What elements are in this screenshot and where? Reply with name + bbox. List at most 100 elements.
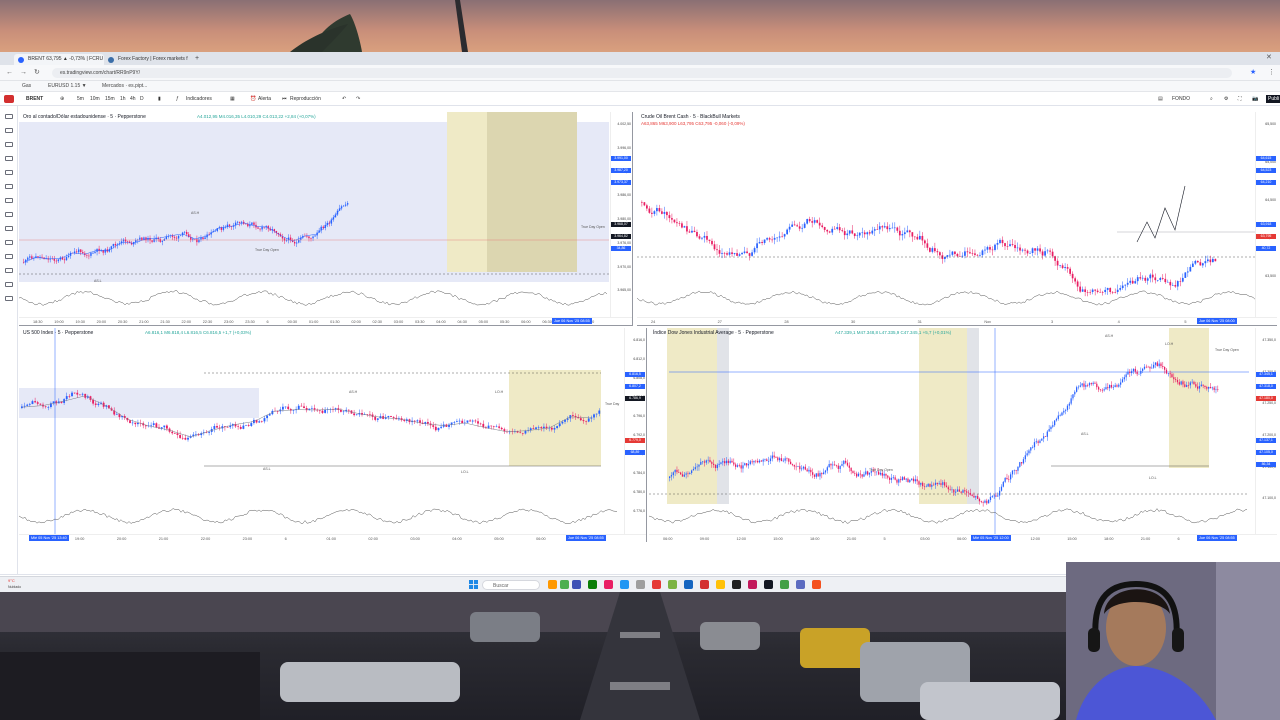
new-tab-button[interactable]: + [195, 54, 199, 63]
interval-10m[interactable]: 10m [90, 95, 100, 103]
tradingview-icon[interactable] [764, 580, 773, 589]
browser-tab-tradingview[interactable]: BRENT 63,795 ▲ -0,73% | FCRU [14, 54, 104, 65]
interval-d[interactable]: D [140, 95, 144, 103]
task-view-icon[interactable] [560, 580, 569, 589]
fib-tool-icon[interactable] [5, 142, 13, 147]
layout-templates-icon[interactable]: ▦ [230, 95, 235, 103]
browser-tab-forexfactory[interactable]: Forex Factory | Forex markets f [104, 54, 192, 65]
taskbar-search[interactable]: Buscar [482, 580, 540, 590]
replay-button[interactable]: Reproducción [290, 95, 321, 103]
candle-body [27, 257, 29, 260]
discord-icon[interactable] [796, 580, 805, 589]
chart-pane-gold[interactable]: Oro al contado/Dólar estadounidense · 5 … [19, 112, 633, 326]
tradingview-menu-icon[interactable] [4, 95, 14, 103]
app-icon[interactable] [780, 580, 789, 589]
instagram-icon[interactable] [748, 580, 757, 589]
price-axis[interactable]: 65,50065,00064,50064,00063,50064,61564,5… [1255, 112, 1277, 318]
window-close-icon[interactable]: ✕ [1266, 53, 1272, 62]
windows-start-icon[interactable] [469, 580, 478, 589]
alert-icon[interactable]: ⏰ [250, 95, 256, 103]
interval-1h[interactable]: 1h [120, 95, 126, 103]
chart-canvas-brent[interactable] [637, 112, 1277, 326]
app-icon[interactable] [604, 580, 613, 589]
tiktok-icon[interactable] [732, 580, 741, 589]
back-icon[interactable]: ← [6, 68, 13, 77]
candle-body [833, 228, 836, 230]
chart-pane-brent[interactable]: Crude Oil Brent Cash · 5 · BlackBull Mar… [637, 112, 1277, 326]
edge-icon[interactable] [684, 580, 693, 589]
indicators-button[interactable]: Indicadores [186, 95, 212, 103]
chart-pane-dow[interactable]: Índice Dow Jones Industrial Average · 5 … [649, 328, 1277, 542]
app-icon[interactable] [652, 580, 661, 589]
zoom-tool-icon[interactable] [5, 240, 13, 245]
trash-tool-icon[interactable] [5, 296, 13, 301]
trendline-tool-icon[interactable] [5, 128, 13, 133]
quick-search-icon[interactable]: ⌕ [1210, 95, 1213, 103]
browser-menu-icon[interactable]: ⋮ [1268, 68, 1275, 77]
text-tool-icon[interactable] [5, 198, 13, 203]
time-axis[interactable]: 18:30 19:00 19:30 20:00 20:30 21:00 21:30 22:00… [19, 317, 632, 325]
candle-body [949, 489, 951, 490]
icon-tool-icon[interactable] [5, 212, 13, 217]
candle-body [1125, 374, 1127, 378]
layout-select-icon[interactable]: ▤ [1158, 95, 1163, 103]
candle-body [456, 421, 458, 423]
chart-type-icon[interactable]: ▮ [158, 95, 161, 103]
price-axis-label: 3.970,00 [617, 264, 631, 269]
pattern-tool-icon[interactable] [5, 156, 13, 161]
chart-canvas-us500[interactable] [19, 328, 647, 542]
hide-tool-icon[interactable] [5, 282, 13, 287]
price-axis[interactable]: 6.816,06.812,06.808,06.804,06.796,06.792… [624, 328, 646, 534]
excel-icon[interactable] [588, 580, 597, 589]
prediction-tool-icon[interactable] [5, 170, 13, 175]
app-icon[interactable] [668, 580, 677, 589]
chart-canvas-gold[interactable] [19, 112, 633, 326]
symbol-search-button[interactable]: BRENT [26, 95, 43, 103]
app-icon[interactable] [700, 580, 709, 589]
url-field[interactable]: es.tradingview.com/chart/RR9nP9Y/ [52, 68, 1232, 78]
interval-4h[interactable]: 4h [130, 95, 136, 103]
bookmark-gas[interactable]: Gas [22, 83, 31, 90]
time-axis[interactable]: 18:0019:0020:0021:0022:0023:00601:0002:0… [19, 534, 646, 542]
forward-icon[interactable]: → [20, 68, 27, 77]
ruler-tool-icon[interactable] [5, 226, 13, 231]
file-explorer-icon[interactable] [572, 580, 581, 589]
candle-body [669, 476, 671, 478]
compare-symbol-icon[interactable]: ⊕ [60, 95, 64, 103]
interval-15m[interactable]: 15m [105, 95, 115, 103]
candle-body [155, 423, 158, 428]
mail-icon[interactable] [620, 580, 629, 589]
layout-name-button[interactable]: FONDO [1172, 95, 1190, 103]
time-axis[interactable]: 06:00 09:00 12:00 15:00 18:00 21:00 5 03:00 06:0… [649, 534, 1277, 542]
chart-canvas-dow[interactable] [649, 328, 1277, 542]
lock-tool-icon[interactable] [5, 268, 13, 273]
publish-button[interactable]: Publi [1266, 95, 1280, 103]
candle-body [916, 236, 919, 240]
candle-body [863, 474, 865, 477]
bookmark-star-icon[interactable]: ★ [1250, 68, 1256, 77]
time-axis[interactable]: 24 27 28 30 31 Nov 3 4 5 Jue 06 Nov '25 08:00 [637, 317, 1277, 325]
app-icon[interactable] [636, 580, 645, 589]
price-axis[interactable]: 47.350,047.300,047.250,047.200,047.150,0… [1255, 328, 1277, 534]
alert-button[interactable]: Alerta [258, 95, 271, 103]
indicators-icon[interactable]: ƒ [176, 95, 179, 103]
chrome-icon[interactable] [812, 580, 821, 589]
undo-icon[interactable]: ↶ [342, 95, 346, 103]
chart-pane-us500[interactable]: US 500 Index · 5 · Pepperstone A6.816,1 … [19, 328, 647, 542]
snapshot-icon[interactable]: 📷 [1252, 95, 1258, 103]
bookmark-eurusd[interactable]: EURUSD 1.15 ▼ [48, 83, 87, 90]
widgets-icon[interactable] [548, 580, 557, 589]
magnet-tool-icon[interactable] [5, 254, 13, 259]
fullscreen-icon[interactable]: ⛶ [1238, 95, 1242, 103]
interval-5m[interactable]: 5m [77, 95, 84, 103]
bookmark-mercados[interactable]: Mercados · es.pipt... [102, 83, 147, 90]
price-axis[interactable]: 4.002,50 3.996,00 3.991,00 3.986,00 3.980,00… [610, 112, 632, 318]
redo-icon[interactable]: ↷ [356, 95, 360, 103]
app-icon[interactable] [716, 580, 725, 589]
crosshair-tool-icon[interactable] [5, 114, 13, 119]
tradingview-favicon-icon [18, 57, 24, 63]
reload-icon[interactable]: ↻ [34, 68, 40, 77]
settings-icon[interactable]: ⚙ [1224, 95, 1228, 103]
replay-icon[interactable]: ⏮ [282, 95, 287, 103]
brush-tool-icon[interactable] [5, 184, 13, 189]
